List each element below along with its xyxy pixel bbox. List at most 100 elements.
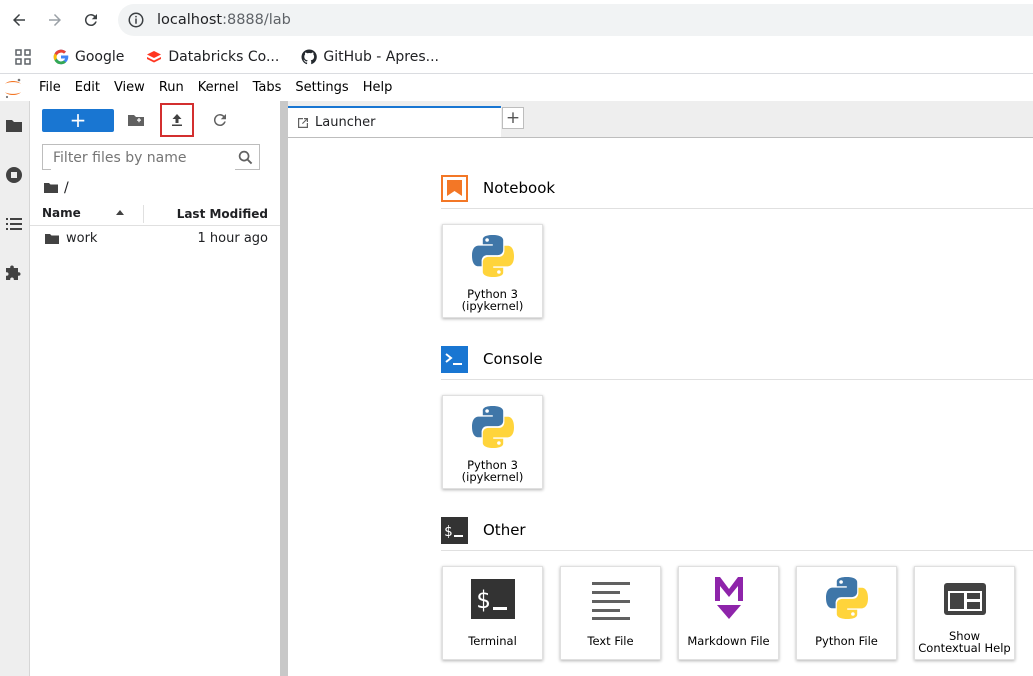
markdown-icon bbox=[715, 577, 743, 619]
section-title: Notebook bbox=[483, 179, 556, 197]
console-python3-card[interactable]: Python 3 (ipykernel) bbox=[442, 395, 543, 489]
reload-button[interactable] bbox=[81, 10, 101, 30]
column-divider[interactable] bbox=[143, 205, 144, 223]
text-file-card[interactable]: Text File bbox=[560, 566, 661, 660]
terminal-icon: $ bbox=[471, 579, 515, 619]
file-list-item[interactable]: work 1 hour ago bbox=[30, 228, 280, 250]
filter-files-input[interactable] bbox=[51, 146, 235, 170]
menu-edit[interactable]: Edit bbox=[68, 74, 107, 101]
menu-run[interactable]: Run bbox=[152, 74, 191, 101]
section-title: Console bbox=[483, 350, 543, 368]
python-logo-icon bbox=[472, 235, 514, 277]
activity-sidebar bbox=[0, 101, 30, 676]
menu-file[interactable]: File bbox=[32, 74, 68, 101]
extension-puzzle-icon[interactable] bbox=[5, 264, 23, 282]
browser-toolbar: localhost:8888/lab bbox=[0, 0, 1033, 40]
search-icon bbox=[238, 150, 253, 165]
upload-icon[interactable] bbox=[168, 111, 186, 129]
new-folder-icon[interactable] bbox=[127, 111, 145, 129]
card-label: Python 3 (ipykernel) bbox=[443, 459, 542, 483]
menu-view[interactable]: View bbox=[107, 74, 152, 101]
python-file-card[interactable]: Python File bbox=[796, 566, 897, 660]
contextual-help-icon bbox=[944, 583, 986, 615]
tab-label: Launcher bbox=[315, 115, 376, 130]
section-title: Other bbox=[483, 521, 526, 539]
bookmark-label: GitHub - Apres... bbox=[323, 48, 439, 65]
card-label: Terminal bbox=[468, 634, 517, 648]
bookmark-github[interactable]: GitHub - Apres... bbox=[301, 49, 439, 65]
menu-kernel[interactable]: Kernel bbox=[191, 74, 246, 101]
tab-launcher[interactable]: Launcher bbox=[288, 106, 501, 137]
card-label: Python File bbox=[815, 634, 878, 648]
menu-tabs[interactable]: Tabs bbox=[246, 74, 289, 101]
file-name: work bbox=[66, 231, 98, 246]
breadcrumb[interactable]: / bbox=[44, 180, 69, 196]
card-label-line2: (ipykernel) bbox=[461, 299, 524, 313]
svg-text:$: $ bbox=[444, 524, 452, 540]
console-icon bbox=[441, 345, 468, 373]
file-list-header: Name Last Modified bbox=[30, 203, 280, 226]
notebook-python3-card[interactable]: Python 3 (ipykernel) bbox=[442, 224, 543, 318]
column-modified-header[interactable]: Last Modified bbox=[177, 207, 268, 221]
bookmark-google[interactable]: Google bbox=[53, 49, 124, 65]
reload-icon bbox=[84, 14, 97, 27]
running-kernels-icon[interactable] bbox=[5, 166, 23, 184]
file-browser-panel: + / Name Last Modified work 1 hour ago bbox=[30, 101, 280, 676]
card-label-line2: Contextual Help bbox=[918, 641, 1011, 655]
google-icon bbox=[53, 49, 69, 64]
panel-splitter[interactable] bbox=[280, 101, 288, 676]
card-label-line2: (ipykernel) bbox=[461, 470, 524, 484]
info-icon[interactable] bbox=[127, 11, 145, 29]
markdown-file-card[interactable]: Markdown File bbox=[678, 566, 779, 660]
column-name-header[interactable]: Name bbox=[42, 206, 81, 220]
bookmark-label: Databricks Co... bbox=[168, 48, 280, 65]
refresh-icon[interactable] bbox=[211, 111, 229, 129]
section-divider bbox=[441, 208, 1033, 209]
jupyter-logo-icon bbox=[5, 78, 21, 98]
notebook-icon bbox=[441, 174, 468, 202]
add-tab-button[interactable]: + bbox=[502, 107, 524, 129]
menu-settings[interactable]: Settings bbox=[288, 74, 355, 101]
text-file-icon bbox=[592, 582, 630, 620]
section-divider bbox=[441, 379, 1033, 380]
svg-text:$: $ bbox=[476, 586, 490, 614]
table-of-contents-icon[interactable] bbox=[5, 215, 23, 233]
section-divider bbox=[441, 550, 1033, 551]
forward-arrow-icon bbox=[49, 14, 61, 26]
url-host: localhost bbox=[157, 12, 223, 28]
bookmark-databricks[interactable]: Databricks Co... bbox=[146, 49, 279, 65]
sort-ascending-icon bbox=[116, 210, 124, 215]
terminal-card[interactable]: $ Terminal bbox=[442, 566, 543, 660]
github-icon bbox=[301, 48, 318, 64]
console-section-header: Console bbox=[441, 345, 543, 373]
databricks-icon bbox=[147, 50, 162, 62]
folder-icon[interactable] bbox=[5, 117, 23, 135]
file-modified: 1 hour ago bbox=[197, 231, 268, 246]
python-logo-icon bbox=[472, 406, 514, 448]
contextual-help-card[interactable]: Show Contextual Help bbox=[914, 566, 1015, 660]
card-label: Show Contextual Help bbox=[915, 630, 1014, 654]
url-path: :8888/lab bbox=[222, 12, 291, 28]
breadcrumb-root[interactable]: / bbox=[64, 180, 69, 196]
bookmark-label: Google bbox=[75, 48, 125, 65]
apps-grid-icon[interactable] bbox=[15, 48, 31, 65]
launcher-icon bbox=[298, 117, 308, 128]
python-logo-icon bbox=[826, 577, 868, 619]
menu-help[interactable]: Help bbox=[356, 74, 400, 101]
main-tab-bar: Launcher + bbox=[288, 101, 1033, 138]
bookmarks-bar: Google Databricks Co... GitHub - Apres..… bbox=[0, 40, 1033, 74]
jupyter-menubar: File Edit View Run Kernel Tabs Settings … bbox=[0, 74, 1033, 102]
forward-button[interactable] bbox=[45, 10, 65, 30]
folder-icon bbox=[45, 234, 59, 244]
back-arrow-icon bbox=[13, 14, 25, 26]
address-bar[interactable]: localhost:8888/lab bbox=[118, 4, 1033, 36]
card-label: Markdown File bbox=[687, 634, 770, 648]
terminal-icon: $ bbox=[441, 516, 468, 544]
new-launcher-button[interactable]: + bbox=[42, 109, 114, 132]
filter-files-field[interactable] bbox=[42, 144, 260, 170]
card-label: Text File bbox=[587, 634, 634, 648]
other-section-header: $ Other bbox=[441, 516, 526, 544]
back-button[interactable] bbox=[9, 10, 29, 30]
notebook-section-header: Notebook bbox=[441, 174, 556, 202]
folder-icon bbox=[44, 183, 58, 193]
